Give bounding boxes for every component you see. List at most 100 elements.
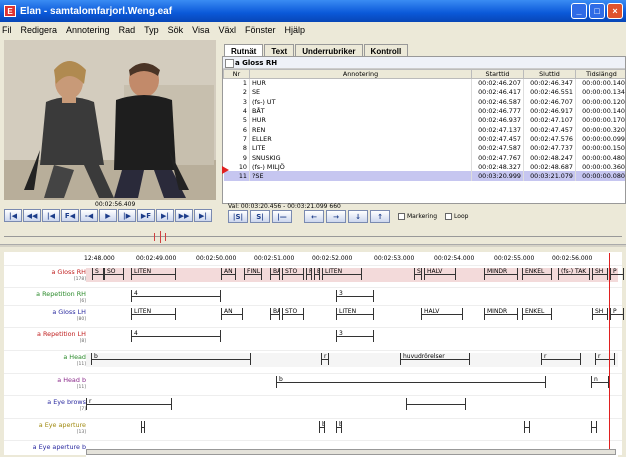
tier-label[interactable]: a Gloss RH[178] <box>6 268 86 284</box>
annotation[interactable]: b <box>276 376 546 388</box>
pane-divider[interactable] <box>0 244 626 247</box>
annotation[interactable]: b <box>336 421 342 433</box>
annotation[interactable]: BÅ <box>270 268 280 280</box>
slider-thumb[interactable] <box>154 233 166 241</box>
annotation[interactable]: STO <box>282 308 304 320</box>
next-frame-icon[interactable]: ▶F <box>137 209 155 222</box>
annotation[interactable]: SH <box>592 268 608 280</box>
tier-label[interactable]: a Eye aperture b <box>6 443 86 451</box>
tier-track[interactable]: 43 <box>86 330 618 344</box>
table-row[interactable]: 5HUR00:02:46.93700:02:47.10700:00:00.170 <box>224 116 626 125</box>
step-back-icon[interactable]: ◀◀ <box>23 209 41 222</box>
annotation[interactable]: AN <box>221 308 243 320</box>
tier-label[interactable]: a Gloss LH[80] <box>6 308 86 324</box>
table-row[interactable]: 4BÅT00:02:46.77700:02:46.91700:00:00.140 <box>224 106 626 115</box>
annotation[interactable] <box>406 398 466 410</box>
next-pixel-icon[interactable]: ▶| <box>156 209 174 222</box>
menu-edit[interactable]: Redigera <box>21 25 58 35</box>
table-row[interactable]: 1HUR00:02:46.20700:02:46.34700:00:00.140 <box>224 79 626 88</box>
menu-options[interactable]: Växl <box>218 25 236 35</box>
annotation[interactable] <box>524 421 530 433</box>
table-row[interactable]: 6REN00:02:47.13700:02:47.45700:00:00.320 <box>224 125 626 134</box>
arrow-up-icon[interactable]: ↑ <box>370 210 390 223</box>
arrow-down-icon[interactable]: ↓ <box>348 210 368 223</box>
fast-forward-icon[interactable]: ▶▶ <box>175 209 193 222</box>
prev-pixel-icon[interactable]: |◀ <box>42 209 60 222</box>
annotation[interactable]: huvudrörelser <box>400 353 470 365</box>
menu-file[interactable]: Fil <box>2 25 12 35</box>
annotation[interactable]: SH <box>592 308 608 320</box>
grid-tier-name[interactable]: a Gloss RH <box>223 57 625 69</box>
menu-window[interactable]: Fönster <box>245 25 276 35</box>
video-viewer[interactable] <box>4 40 216 200</box>
tier-label[interactable]: a Head[11] <box>6 353 86 369</box>
annotation[interactable]: b <box>141 421 145 433</box>
annotation[interactable]: 3 <box>336 290 374 302</box>
col-start[interactable]: Starttid <box>472 70 524 79</box>
annotation[interactable]: BÅ <box>270 308 280 320</box>
forward-end-icon[interactable]: ▶| <box>194 209 212 222</box>
annotation[interactable]: ENKEL <box>522 308 552 320</box>
tier-track[interactable]: 43 <box>86 290 618 304</box>
annotation[interactable]: LITEN <box>336 308 374 320</box>
clear-selection-icon[interactable]: S| <box>250 210 270 223</box>
annotation[interactable]: HALV <box>424 268 456 280</box>
menu-type[interactable]: Typ <box>144 25 159 35</box>
tier-track[interactable]: bbb <box>86 421 618 435</box>
annotation[interactable]: 4 <box>131 290 221 302</box>
annotation[interactable]: (fs-) TAK <box>558 268 590 280</box>
play-icon[interactable]: ▶ <box>99 209 117 222</box>
loop-checkbox[interactable]: Loop <box>445 213 468 220</box>
tier-track[interactable]: bn <box>86 376 618 390</box>
annotation[interactable]: P <box>306 268 312 280</box>
annotation[interactable]: 4 <box>131 330 221 342</box>
menu-tier[interactable]: Rad <box>119 25 136 35</box>
prev-frame-icon[interactable]: F◀ <box>61 209 79 222</box>
rewind-start-icon[interactable]: |◀ <box>4 209 22 222</box>
annotation[interactable]: r <box>541 353 581 365</box>
tier-label[interactable]: a Eye brows[7] <box>6 398 86 414</box>
annotation[interactable]: LITEN <box>131 308 176 320</box>
annotation[interactable]: r <box>321 353 329 365</box>
col-end[interactable]: Sluttid <box>524 70 576 79</box>
annotation[interactable]: MINDR <box>484 308 518 320</box>
menu-annotation[interactable]: Annotering <box>66 25 110 35</box>
menu-help[interactable]: Hjälp <box>285 25 306 35</box>
annotation[interactable]: S <box>414 268 422 280</box>
arrow-left-icon[interactable]: ← <box>304 210 324 223</box>
col-duration[interactable]: Tidslängd <box>576 70 626 79</box>
table-row[interactable]: 2SE00:02:46.41700:02:46.55100:00:00.134 <box>224 88 626 97</box>
annotation[interactable]: r <box>595 353 615 365</box>
annotation[interactable]: B <box>314 268 320 280</box>
selection-mode-icon[interactable]: |S| <box>228 210 248 223</box>
tier-track[interactable]: LITENANBÅSTOLITENHALVMINDRENKELSHP <box>86 308 618 322</box>
marking-checkbox[interactable]: Markering <box>398 213 437 220</box>
annotation[interactable]: ENKEL <box>522 268 552 280</box>
tier-label[interactable]: a Repetition RH[6] <box>6 290 86 306</box>
tier-label[interactable]: a Head b[11] <box>6 376 86 392</box>
col-nr[interactable]: Nr <box>224 70 250 79</box>
annotation[interactable]: P <box>610 268 624 280</box>
annotation[interactable]: FINL <box>244 268 262 280</box>
annotation[interactable]: P <box>610 308 624 320</box>
annotation[interactable]: STO <box>282 268 304 280</box>
annotation[interactable]: MINDR <box>484 268 518 280</box>
annotation[interactable]: r <box>86 398 172 410</box>
col-annotation[interactable]: Annotering <box>250 70 472 79</box>
jump-boundary-icon[interactable]: |— <box>272 210 292 223</box>
tier-track[interactable]: SSOLITENANFINLBÅSTOPBLITENSHALVMINDRENKE… <box>86 268 618 282</box>
annotation[interactable]: LITEN <box>322 268 362 280</box>
table-row[interactable]: 9SNUSKIG00:02:47.76700:02:48.24700:00:00… <box>224 153 626 162</box>
annotation[interactable]: b <box>319 421 325 433</box>
tier-track[interactable]: r <box>86 398 618 412</box>
table-row[interactable]: 10(fs-) MILJÖ00:02:48.32700:02:48.68700:… <box>224 162 626 171</box>
table-row[interactable]: 8LITE00:02:47.58700:02:47.73700:00:00.15… <box>224 144 626 153</box>
maximize-button[interactable]: □ <box>589 3 605 19</box>
annotation[interactable]: SO <box>104 268 124 280</box>
minimize-button[interactable]: _ <box>571 3 587 19</box>
annotation[interactable]: b <box>91 353 251 365</box>
annotation[interactable]: AN <box>221 268 236 280</box>
annotation[interactable]: 3 <box>336 330 374 342</box>
back-small-icon[interactable]: -◀ <box>80 209 98 222</box>
play-selection-icon[interactable]: |▶ <box>118 209 136 222</box>
